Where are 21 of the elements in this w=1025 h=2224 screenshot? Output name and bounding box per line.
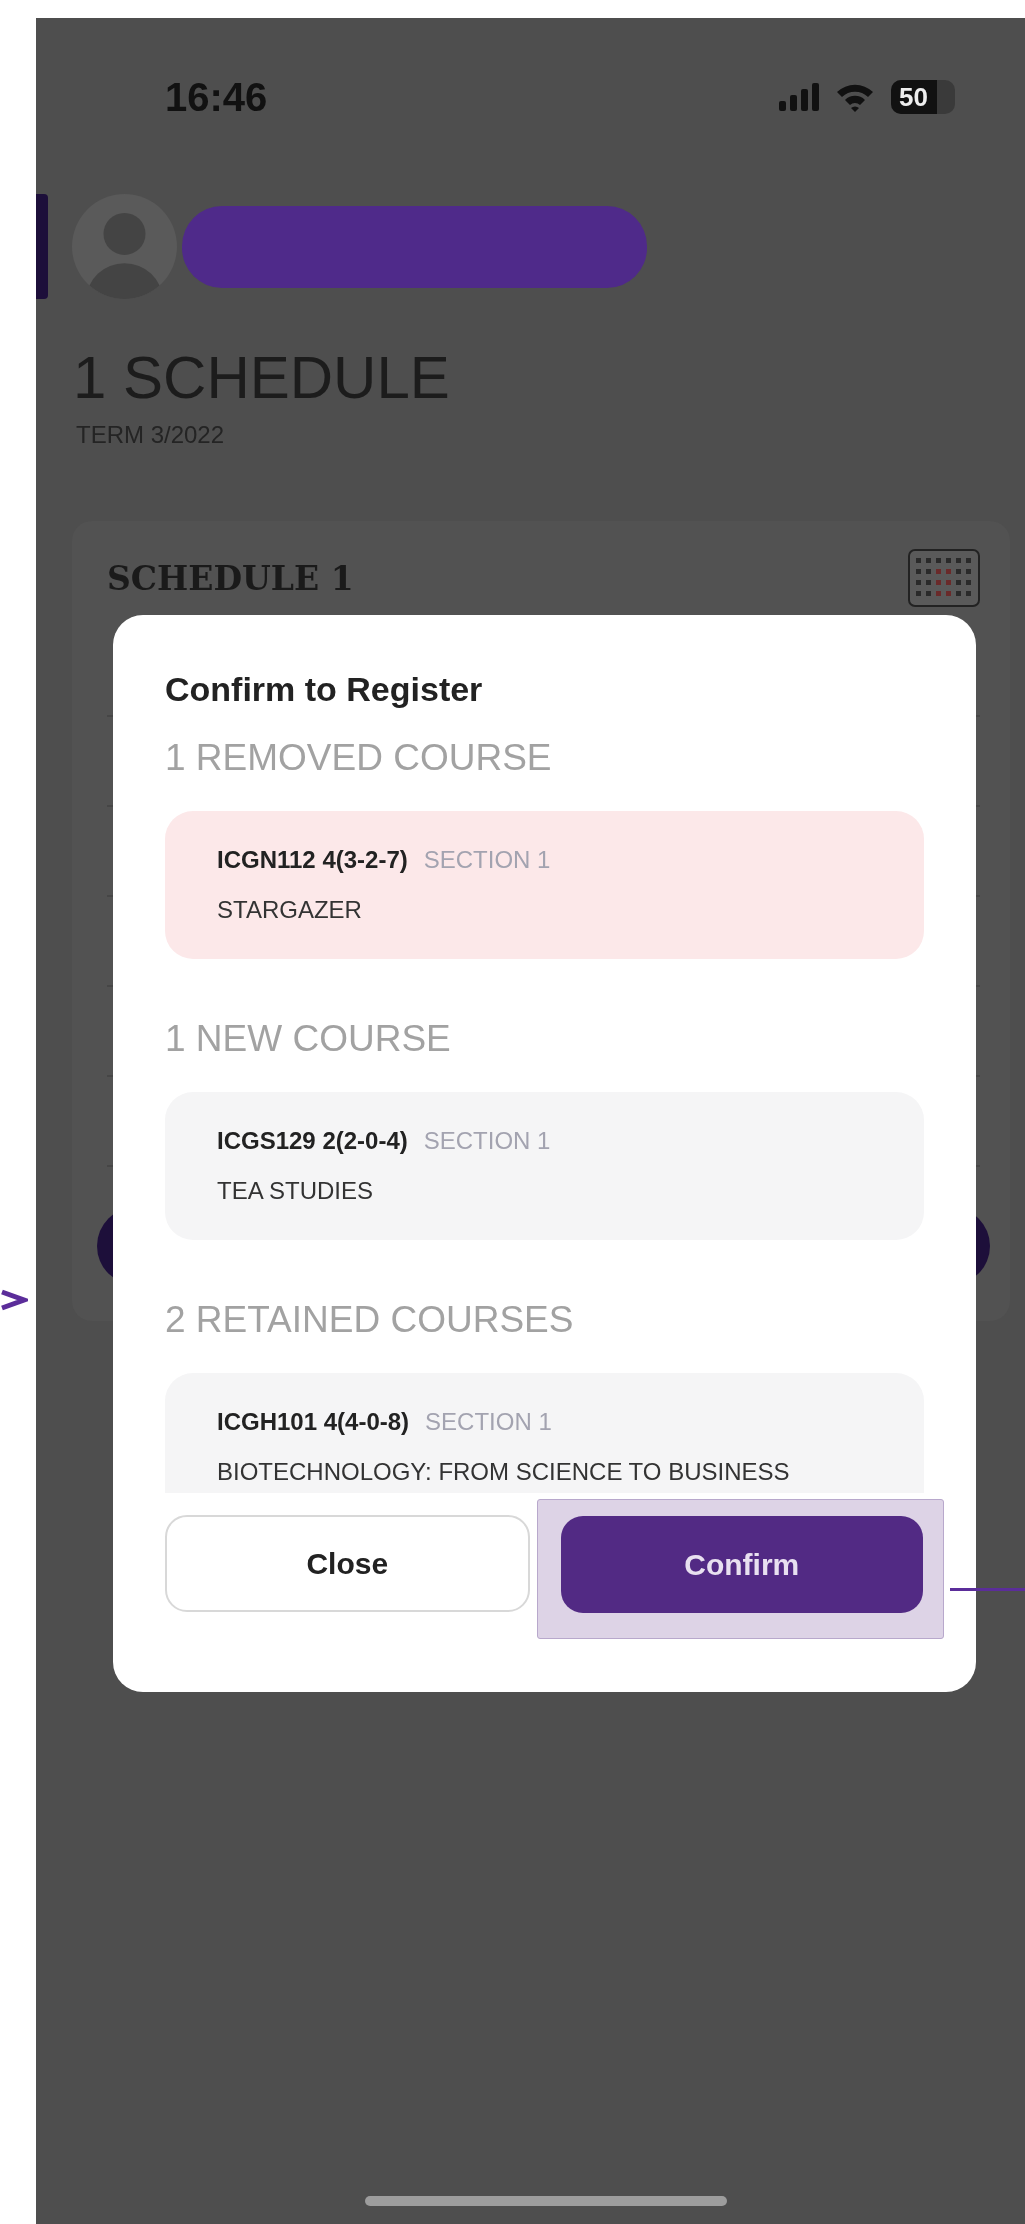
dialog-title: Confirm to Register: [165, 669, 484, 710]
section-heading: 1 REMOVED COURSE: [165, 736, 553, 780]
section-heading: 1 NEW COURSE: [165, 1017, 452, 1061]
course-name: TEA STUDIES: [217, 1176, 375, 1206]
course-code: ICGN112 4(3-2-7): [217, 845, 408, 875]
course-name: STARGAZER: [217, 895, 363, 925]
section-label: SECTION 1: [423, 845, 551, 875]
course-code: ICGS129 2(2-0-4): [217, 1126, 408, 1156]
course-name: BIOTECHNOLOGY: FROM SCIENCE TO BUSINESS: [217, 1457, 791, 1487]
schedule-title: SCHEDULE 1: [107, 558, 354, 598]
wifi-icon: [835, 82, 875, 112]
calendar-grid-icon[interactable]: [908, 549, 980, 607]
section-heading: 2 RETAINED COURSES: [165, 1298, 575, 1342]
signal-icon: [779, 83, 819, 111]
course-code: ICGH101 4(4-0-8): [217, 1407, 410, 1437]
status-time: 16:46: [165, 74, 268, 120]
confirm-button[interactable]: Confirm: [560, 1516, 923, 1613]
section-label: SECTION 1: [425, 1407, 552, 1437]
section-label: SECTION 1: [423, 1126, 551, 1156]
close-button[interactable]: Close: [165, 1515, 530, 1612]
battery-icon: 50: [891, 80, 955, 114]
